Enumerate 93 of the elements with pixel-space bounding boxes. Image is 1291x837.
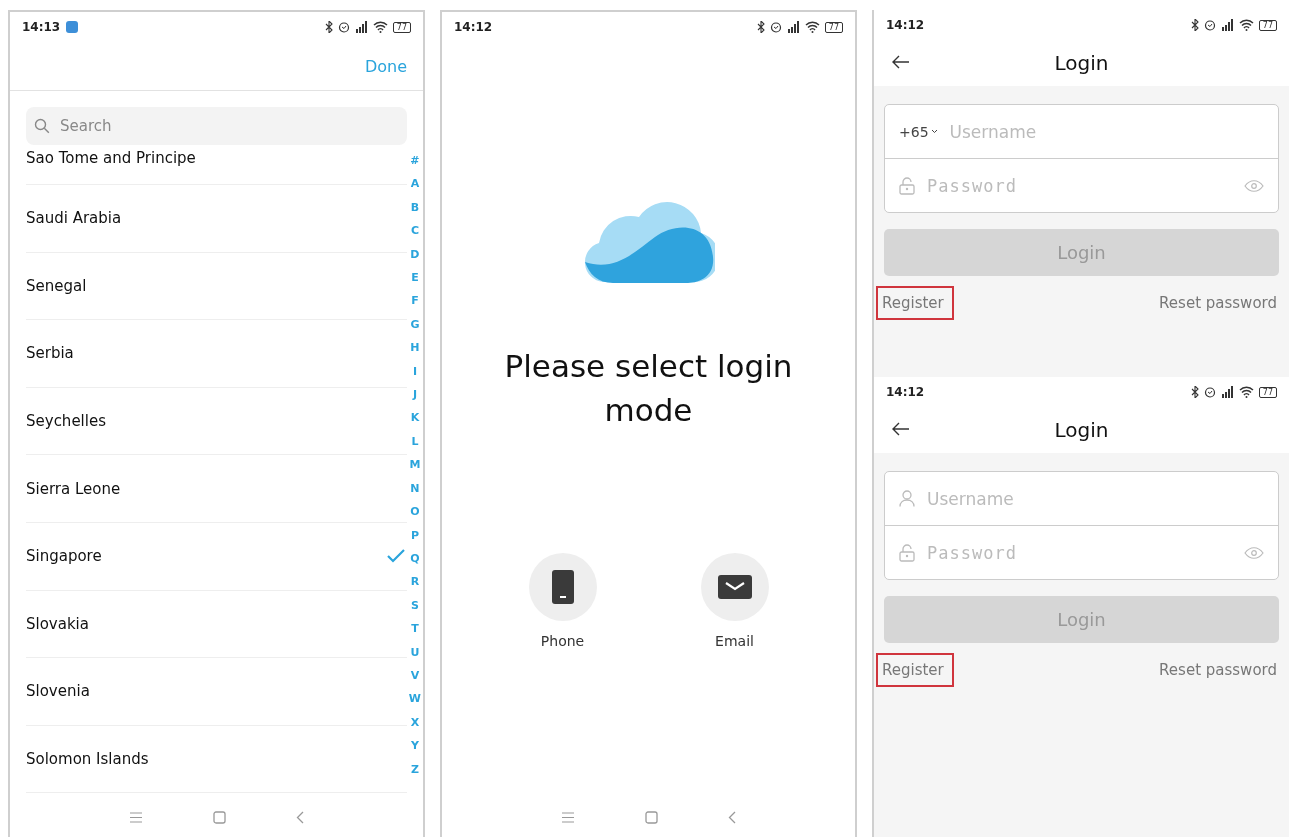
back-icon[interactable] xyxy=(728,810,736,824)
back-arrow-icon[interactable] xyxy=(892,422,910,436)
index-letter[interactable]: C xyxy=(410,219,419,243)
eye-icon[interactable] xyxy=(1244,179,1264,192)
home-icon[interactable] xyxy=(645,810,658,824)
password-input[interactable]: Password xyxy=(925,541,1234,564)
envelope-icon xyxy=(717,575,752,599)
screen-title: Login xyxy=(1054,418,1109,442)
search-field[interactable]: Search xyxy=(26,107,407,145)
index-letter[interactable]: P xyxy=(410,523,419,547)
index-letter[interactable]: E xyxy=(411,266,419,290)
register-link[interactable]: Register xyxy=(878,288,952,318)
country-item[interactable]: Sao Tome and Principe xyxy=(26,149,196,167)
index-letter[interactable]: D xyxy=(410,242,420,267)
alarm-icon xyxy=(337,21,350,33)
index-letter[interactable]: G xyxy=(410,312,420,337)
country-item[interactable]: Seychelles xyxy=(26,412,106,431)
login-mode-heading: Please select login mode xyxy=(503,347,794,430)
wifi-icon xyxy=(1238,19,1254,31)
search-input[interactable]: Search xyxy=(58,116,399,136)
signal-icon xyxy=(354,21,368,33)
wifi-icon xyxy=(1238,386,1254,398)
country-item[interactable]: Solomon Islands xyxy=(26,750,149,769)
index-letter[interactable]: U xyxy=(410,640,420,664)
index-letter[interactable]: I xyxy=(412,359,417,384)
battery-indicator: 77 xyxy=(392,21,411,33)
index-letter[interactable]: M xyxy=(409,453,421,477)
search-icon xyxy=(34,118,50,134)
index-letter[interactable]: X xyxy=(410,710,420,735)
country-item[interactable]: Slovenia xyxy=(26,682,90,701)
username-input[interactable]: Username xyxy=(947,120,1264,143)
status-time: 14:12 xyxy=(886,385,925,399)
lock-icon xyxy=(899,543,915,562)
done-button[interactable]: Done xyxy=(358,55,413,77)
alarm-icon xyxy=(1203,386,1216,398)
country-item[interactable]: Senegal xyxy=(26,276,87,295)
bluetooth-icon xyxy=(1190,19,1199,31)
index-letter[interactable]: V xyxy=(410,663,420,688)
index-letter[interactable]: S xyxy=(410,593,419,618)
signal-icon xyxy=(1220,386,1234,398)
index-letter[interactable]: Z xyxy=(410,757,419,781)
bluetooth-icon xyxy=(756,21,765,33)
username-input[interactable]: Username xyxy=(925,487,1264,510)
menu-icon[interactable] xyxy=(129,811,143,823)
country-item[interactable]: Serbia xyxy=(26,344,74,363)
country-code-selector[interactable]: +65 xyxy=(899,123,938,140)
index-letter[interactable]: N xyxy=(410,476,420,501)
index-letter[interactable]: W xyxy=(408,687,421,711)
country-item[interactable]: Saudi Arabia xyxy=(26,209,122,228)
back-arrow-icon[interactable] xyxy=(892,55,910,69)
country-item[interactable]: Sierra Leone xyxy=(26,479,121,498)
chevron-down-icon[interactable] xyxy=(930,129,938,134)
index-letter[interactable]: L xyxy=(411,429,419,454)
register-link[interactable]: Register xyxy=(878,655,952,685)
index-letter[interactable]: B xyxy=(410,195,420,220)
alarm-icon xyxy=(1203,19,1216,31)
battery-indicator: 77 xyxy=(1258,19,1277,31)
index-letter[interactable]: Y xyxy=(410,734,419,758)
signal-icon xyxy=(786,21,800,33)
signal-icon xyxy=(1220,19,1234,31)
phone-icon xyxy=(551,570,574,604)
index-letter[interactable]: Q xyxy=(410,546,420,571)
reset-password-link[interactable]: Reset password xyxy=(1157,289,1279,317)
index-letter[interactable]: K xyxy=(410,406,420,430)
index-letter[interactable]: # xyxy=(410,149,420,173)
wifi-icon xyxy=(804,21,820,33)
index-letter[interactable]: R xyxy=(410,570,420,594)
reset-password-link[interactable]: Reset password xyxy=(1157,656,1279,684)
alarm-icon xyxy=(769,21,782,33)
country-item[interactable]: Slovakia xyxy=(26,614,89,633)
country-item[interactable]: Singapore xyxy=(26,547,102,566)
home-icon[interactable] xyxy=(213,810,226,824)
index-letter[interactable]: T xyxy=(411,617,419,641)
bluetooth-icon xyxy=(324,21,333,33)
index-letter[interactable]: F xyxy=(411,289,419,313)
wifi-icon xyxy=(372,21,388,33)
status-time: 14:12 xyxy=(886,18,925,32)
eye-icon[interactable] xyxy=(1244,546,1264,559)
status-time: 14:13 xyxy=(22,20,61,34)
menu-icon[interactable] xyxy=(561,811,575,823)
index-letter[interactable]: H xyxy=(410,336,420,360)
lock-icon xyxy=(899,176,915,195)
index-letter[interactable]: J xyxy=(412,383,417,407)
password-input[interactable]: Password xyxy=(925,174,1234,197)
bluetooth-icon xyxy=(1190,386,1199,398)
battery-indicator: 77 xyxy=(1258,386,1277,398)
screen-title: Login xyxy=(1054,51,1109,75)
index-letter[interactable]: A xyxy=(410,172,420,196)
battery-indicator: 77 xyxy=(824,21,843,33)
user-icon xyxy=(899,490,915,507)
status-time: 14:12 xyxy=(454,20,493,34)
back-icon[interactable] xyxy=(296,810,304,824)
index-letter[interactable]: O xyxy=(410,500,420,524)
